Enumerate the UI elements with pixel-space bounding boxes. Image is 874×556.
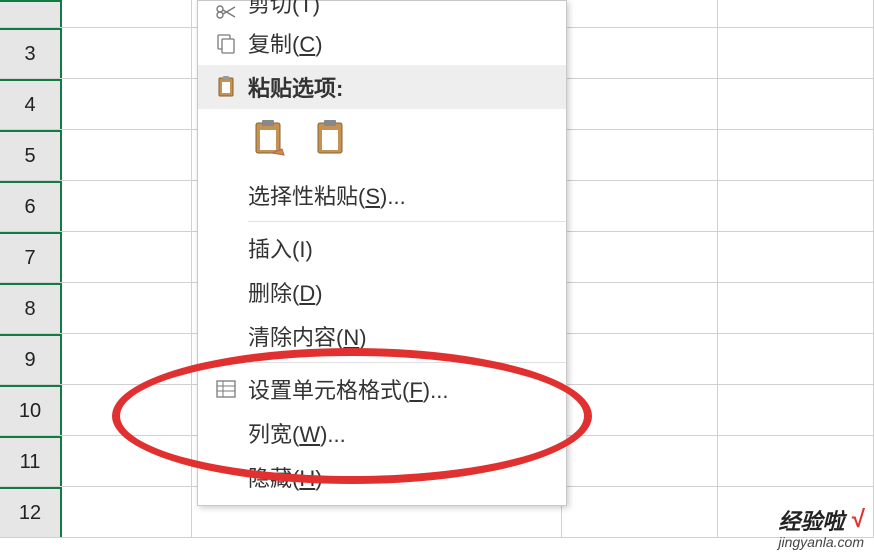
cell[interactable] xyxy=(562,487,718,537)
menu-item-delete[interactable]: 删除(D) xyxy=(198,270,566,314)
context-menu: 剪切(T) 复制(C) 粘贴选项: 选择性粘贴(S)... 插入(I) 删除(D… xyxy=(197,0,567,506)
menu-label: 复制(C) xyxy=(248,27,556,59)
copy-icon xyxy=(204,32,248,54)
cell[interactable] xyxy=(718,487,874,537)
menu-item-format-cells[interactable]: 设置单元格格式(F)... xyxy=(198,367,566,411)
paste-option-default[interactable] xyxy=(310,117,354,161)
cell[interactable] xyxy=(62,0,192,27)
cell[interactable] xyxy=(718,28,874,78)
row-header[interactable]: 6 xyxy=(0,181,62,231)
row-header[interactable]: 4 xyxy=(0,79,62,129)
menu-label: 删除(D) xyxy=(248,276,556,308)
cell[interactable] xyxy=(562,0,718,27)
cell[interactable] xyxy=(62,130,192,180)
menu-item-clear-contents[interactable]: 清除内容(N) xyxy=(198,314,566,358)
row-header[interactable]: 7 xyxy=(0,232,62,282)
row-header[interactable]: 10 xyxy=(0,385,62,435)
cell[interactable] xyxy=(718,283,874,333)
cell[interactable] xyxy=(62,436,192,486)
menu-label: 插入(I) xyxy=(248,232,556,264)
row-header[interactable] xyxy=(0,0,62,27)
menu-label: 剪切(T) xyxy=(248,0,556,19)
cell[interactable] xyxy=(62,232,192,282)
cell[interactable] xyxy=(562,283,718,333)
row-header[interactable]: 5 xyxy=(0,130,62,180)
cell[interactable] xyxy=(62,79,192,129)
cell[interactable] xyxy=(562,436,718,486)
clipboard-icon xyxy=(204,75,248,99)
paste-option-keep-source[interactable] xyxy=(248,117,292,161)
menu-label: 设置单元格格式(F)... xyxy=(248,373,556,405)
cell[interactable] xyxy=(62,487,192,537)
menu-label: 选择性粘贴(S)... xyxy=(248,179,556,211)
cell[interactable] xyxy=(62,334,192,384)
paste-options-row xyxy=(198,109,566,173)
menu-label: 隐藏(H) xyxy=(248,461,556,493)
cell[interactable] xyxy=(62,385,192,435)
row-header[interactable]: 11 xyxy=(0,436,62,486)
cell[interactable] xyxy=(718,232,874,282)
row-header[interactable]: 8 xyxy=(0,283,62,333)
cell[interactable] xyxy=(62,283,192,333)
cell[interactable] xyxy=(718,130,874,180)
cell[interactable] xyxy=(718,181,874,231)
menu-item-paste-options[interactable]: 粘贴选项: xyxy=(198,65,566,109)
menu-label: 粘贴选项: xyxy=(248,71,556,103)
menu-item-paste-special[interactable]: 选择性粘贴(S)... xyxy=(198,173,566,217)
menu-item-copy[interactable]: 复制(C) xyxy=(198,21,566,65)
cell[interactable] xyxy=(562,334,718,384)
scissors-icon xyxy=(204,5,248,19)
menu-separator xyxy=(248,221,566,222)
menu-separator xyxy=(248,362,566,363)
cell[interactable] xyxy=(62,28,192,78)
menu-item-column-width[interactable]: 列宽(W)... xyxy=(198,411,566,455)
cell[interactable] xyxy=(562,385,718,435)
menu-label: 列宽(W)... xyxy=(248,417,556,449)
cell[interactable] xyxy=(562,79,718,129)
row-header[interactable]: 3 xyxy=(0,28,62,78)
cell[interactable] xyxy=(562,181,718,231)
cell[interactable] xyxy=(718,334,874,384)
cell[interactable] xyxy=(718,0,874,27)
cell[interactable] xyxy=(718,79,874,129)
cell[interactable] xyxy=(562,28,718,78)
menu-item-insert[interactable]: 插入(I) xyxy=(198,226,566,270)
cell[interactable] xyxy=(62,181,192,231)
cell[interactable] xyxy=(718,436,874,486)
cell[interactable] xyxy=(562,232,718,282)
cell[interactable] xyxy=(562,130,718,180)
menu-item-hide[interactable]: 隐藏(H) xyxy=(198,455,566,499)
menu-label: 清除内容(N) xyxy=(248,320,556,352)
row-header[interactable]: 9 xyxy=(0,334,62,384)
menu-item-cut[interactable]: 剪切(T) xyxy=(198,1,566,21)
format-cells-icon xyxy=(204,378,248,400)
cell[interactable] xyxy=(718,385,874,435)
row-header[interactable]: 12 xyxy=(0,487,62,537)
